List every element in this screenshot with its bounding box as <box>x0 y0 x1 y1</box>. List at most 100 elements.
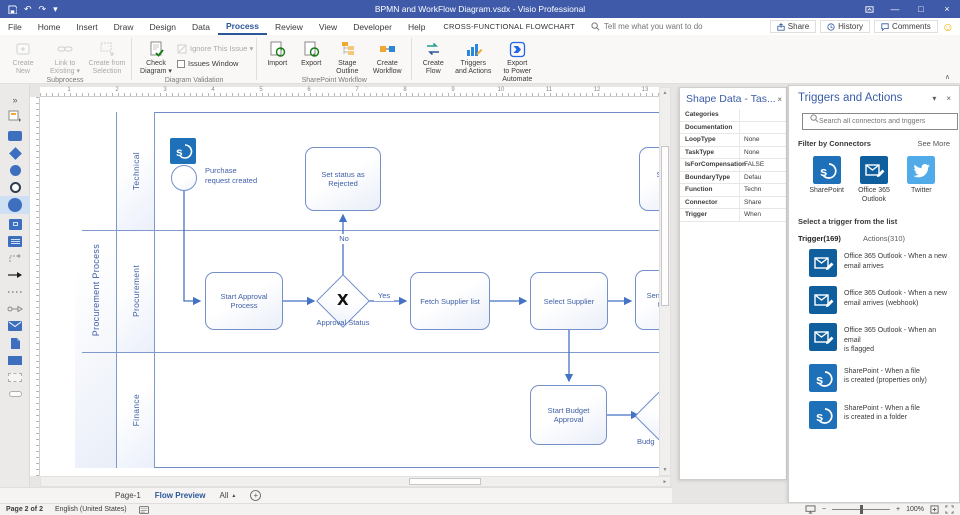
shape-data-row[interactable]: BoundaryType Defau <box>680 171 786 184</box>
tab-view[interactable]: View <box>311 18 345 35</box>
scroll-right-icon[interactable]: ► <box>661 478 669 485</box>
presentation-mode-icon[interactable] <box>805 505 816 514</box>
task-select-supplier[interactable]: Select Supplier <box>530 272 608 330</box>
drawing-canvas[interactable]: Procurement Process Technical Procuremen… <box>40 97 659 476</box>
zoom-in-button[interactable]: + <box>896 506 900 513</box>
trigger-list-item[interactable]: Office 365 Outlook - When an email is fl… <box>789 323 959 355</box>
issues-window-checkbox[interactable]: Issues Window <box>177 56 253 71</box>
horizontal-scrollbar[interactable]: ► <box>40 476 671 487</box>
connector-twitter[interactable]: Twitter <box>898 156 945 204</box>
save-icon[interactable] <box>8 4 17 14</box>
stencil-arrow-connector[interactable] <box>0 267 30 283</box>
triggers-and-actions-button[interactable]: Triggers and Actions <box>451 37 495 76</box>
tab-process[interactable]: Process <box>217 18 268 35</box>
export-to-power-automate-button[interactable]: Export to Power Automate <box>495 37 539 84</box>
page-tab-flow-preview[interactable]: Flow Preview <box>155 491 206 500</box>
redo-button[interactable]: ↷ <box>39 4 47 14</box>
stencil-pill-shape[interactable] <box>0 386 30 402</box>
stencil-more-shapes-icon[interactable] <box>0 108 30 124</box>
tab-triggers[interactable]: Trigger(169) <box>798 234 841 243</box>
zoom-out-button[interactable]: − <box>822 506 826 513</box>
shape-data-row[interactable]: Function Techn <box>680 184 786 197</box>
shape-data-row[interactable]: TaskType None <box>680 146 786 159</box>
create-workflow-button[interactable]: Create Workflow <box>366 37 408 76</box>
display-settings-icon[interactable] <box>138 505 149 514</box>
trigger-list-item[interactable]: Office 365 Outlook - When a new email ar… <box>789 286 959 314</box>
vertical-scrollbar[interactable]: ▲ ▼ <box>659 87 671 476</box>
connector-sharepoint[interactable]: s SharePoint <box>803 156 850 204</box>
collapse-ribbon-button[interactable]: ∧ <box>945 73 950 81</box>
close-icon[interactable]: × <box>777 95 782 104</box>
close-icon[interactable]: × <box>946 94 951 103</box>
see-more-link[interactable]: See More <box>917 139 950 148</box>
shape-data-row[interactable]: LoopType None <box>680 134 786 147</box>
stencil-message-shape[interactable] <box>0 318 30 334</box>
tab-file[interactable]: File <box>0 18 30 35</box>
fit-page-icon[interactable] <box>930 505 939 514</box>
task-set-status-approved-partial[interactable]: Set A <box>639 147 659 211</box>
tab-home[interactable]: Home <box>30 18 69 35</box>
customize-qat-button[interactable]: ▾ <box>53 4 58 14</box>
tab-design[interactable]: Design <box>142 18 184 35</box>
ignore-this-issue-button[interactable]: Ignore This Issue ▾ <box>177 41 253 56</box>
shape-data-row[interactable]: IsForCompensation FALSE <box>680 159 786 172</box>
task-fetch-supplier-list[interactable]: Fetch Supplier list <box>410 272 490 330</box>
stencil-gateway-shape[interactable] <box>0 145 30 161</box>
stencil-page-shape[interactable] <box>0 233 30 249</box>
shape-data-row[interactable]: Categories <box>680 109 786 122</box>
feedback-smiley-icon[interactable]: ☺ <box>942 21 954 33</box>
close-button[interactable]: × <box>934 0 960 18</box>
create-new-button[interactable]: Create New <box>2 37 44 76</box>
stencil-data-shape[interactable] <box>0 352 30 368</box>
tab-developer[interactable]: Developer <box>345 18 400 35</box>
export-button[interactable]: Export <box>294 37 328 68</box>
all-pages-dropdown[interactable]: All ▲ <box>219 491 236 500</box>
tab-cross-functional-flowchart[interactable]: CROSS-FUNCTIONAL FLOWCHART <box>433 18 584 35</box>
zoom-slider-thumb[interactable] <box>860 505 863 514</box>
tab-actions[interactable]: Actions(310) <box>863 234 905 243</box>
task-set-status-rejected[interactable]: Set status as Rejected <box>305 147 381 211</box>
restore-button[interactable]: □ <box>908 0 934 18</box>
stencil-group-shape[interactable] <box>0 369 30 385</box>
check-diagram-button[interactable]: Check Diagram ▾ <box>135 37 177 76</box>
share-button[interactable]: Share <box>769 20 817 33</box>
page-indicator[interactable]: Page 2 of 2 <box>6 506 43 513</box>
stencil-start-event-shape[interactable] <box>0 162 30 178</box>
task-start-budget-approval[interactable]: Start Budget Approval <box>530 385 607 445</box>
history-button[interactable]: History <box>820 20 871 33</box>
expand-shapes-pane-icon[interactable]: » <box>0 92 30 108</box>
stencil-end-event-shape[interactable] <box>0 179 30 195</box>
tell-me-box[interactable]: Tell me what you want to do <box>585 22 703 31</box>
shape-data-row[interactable]: Trigger When <box>680 209 786 222</box>
panel-options-icon[interactable]: ▾ <box>932 94 936 103</box>
tab-review[interactable]: Review <box>267 18 311 35</box>
trigger-list-item[interactable]: Office 365 Outlook - When a new email ar… <box>789 249 959 277</box>
zoom-level[interactable]: 100% <box>906 506 924 513</box>
minimize-button[interactable]: — <box>882 0 908 18</box>
sharepoint-trigger-icon[interactable]: s <box>170 138 196 164</box>
tab-draw[interactable]: Draw <box>106 18 142 35</box>
task-send-purchase-order-partial[interactable]: Send Pu to <box>635 270 659 330</box>
import-button[interactable]: Import <box>260 37 294 68</box>
shape-data-row[interactable]: Connector Share <box>680 196 786 209</box>
vertical-scroll-thumb[interactable] <box>661 146 669 306</box>
trigger-list-item[interactable]: s SharePoint - When a file is created in… <box>789 400 959 429</box>
stencil-dotted-line[interactable] <box>0 284 30 300</box>
stencil-dynamic-connector[interactable] <box>0 250 30 266</box>
lane-technical[interactable]: Technical <box>117 112 155 230</box>
comments-button[interactable]: Comments <box>874 20 938 33</box>
create-from-selection-button[interactable]: Create from Selection <box>86 37 128 76</box>
start-event-circle[interactable] <box>171 165 197 191</box>
stencil-document-shape[interactable] <box>0 335 30 351</box>
fullscreen-icon[interactable] <box>945 505 954 514</box>
task-start-approval-process[interactable]: Start Approval Process <box>205 272 283 330</box>
stencil-subprocess-shape[interactable] <box>0 216 30 232</box>
horizontal-scroll-thumb[interactable] <box>409 478 481 485</box>
stencil-task-shape[interactable] <box>0 128 30 144</box>
tab-help[interactable]: Help <box>400 18 433 35</box>
ribbon-display-options-button[interactable] <box>856 0 882 18</box>
connector-office-365-outlook[interactable]: Office 365 Outlook <box>850 156 897 204</box>
scroll-down-icon[interactable]: ▼ <box>661 466 669 474</box>
stencil-intermediate-event-shape-selected[interactable] <box>0 196 30 214</box>
undo-button[interactable]: ↶ <box>24 4 32 14</box>
